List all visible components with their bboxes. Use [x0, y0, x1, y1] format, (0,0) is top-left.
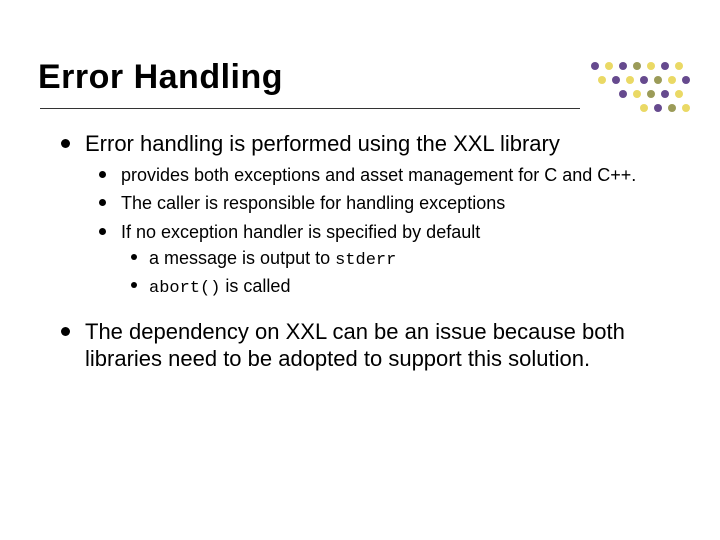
- corner-dots-decor: [585, 56, 705, 126]
- bullet-l2: If no exception handler is specified by …: [85, 221, 665, 300]
- code-token: stderr: [335, 251, 396, 270]
- bullet-text: Error handling is performed using the XX…: [85, 131, 560, 156]
- bullet-text: is called: [220, 276, 290, 296]
- content-area: Error handling is performed using the XX…: [55, 130, 665, 391]
- bullet-l3: abort() is called: [121, 275, 665, 299]
- slide-title: Error Handling: [38, 58, 283, 97]
- bullet-text: If no exception handler is specified by …: [121, 222, 480, 242]
- bullet-text: a message is output to: [149, 248, 335, 268]
- code-token: abort(): [149, 279, 220, 298]
- bullet-l1: The dependency on XXL can be an issue be…: [55, 318, 665, 373]
- bullet-sublist: provides both exceptions and asset manag…: [85, 164, 665, 300]
- bullet-l1: Error handling is performed using the XX…: [55, 130, 665, 300]
- bullet-text: The dependency on XXL can be an issue be…: [85, 319, 625, 372]
- bullet-text: provides both exceptions and asset manag…: [121, 165, 636, 185]
- slide: Error Handling Error handling is perform…: [0, 0, 720, 540]
- bullet-l3: a message is output to stderr: [121, 247, 665, 271]
- title-rule: [40, 108, 580, 109]
- bullet-l2: The caller is responsible for handling e…: [85, 192, 665, 215]
- bullet-subsublist: a message is output to stderr abort() is…: [121, 247, 665, 300]
- bullet-l2: provides both exceptions and asset manag…: [85, 164, 665, 187]
- bullet-list: Error handling is performed using the XX…: [55, 130, 665, 373]
- bullet-text: The caller is responsible for handling e…: [121, 193, 505, 213]
